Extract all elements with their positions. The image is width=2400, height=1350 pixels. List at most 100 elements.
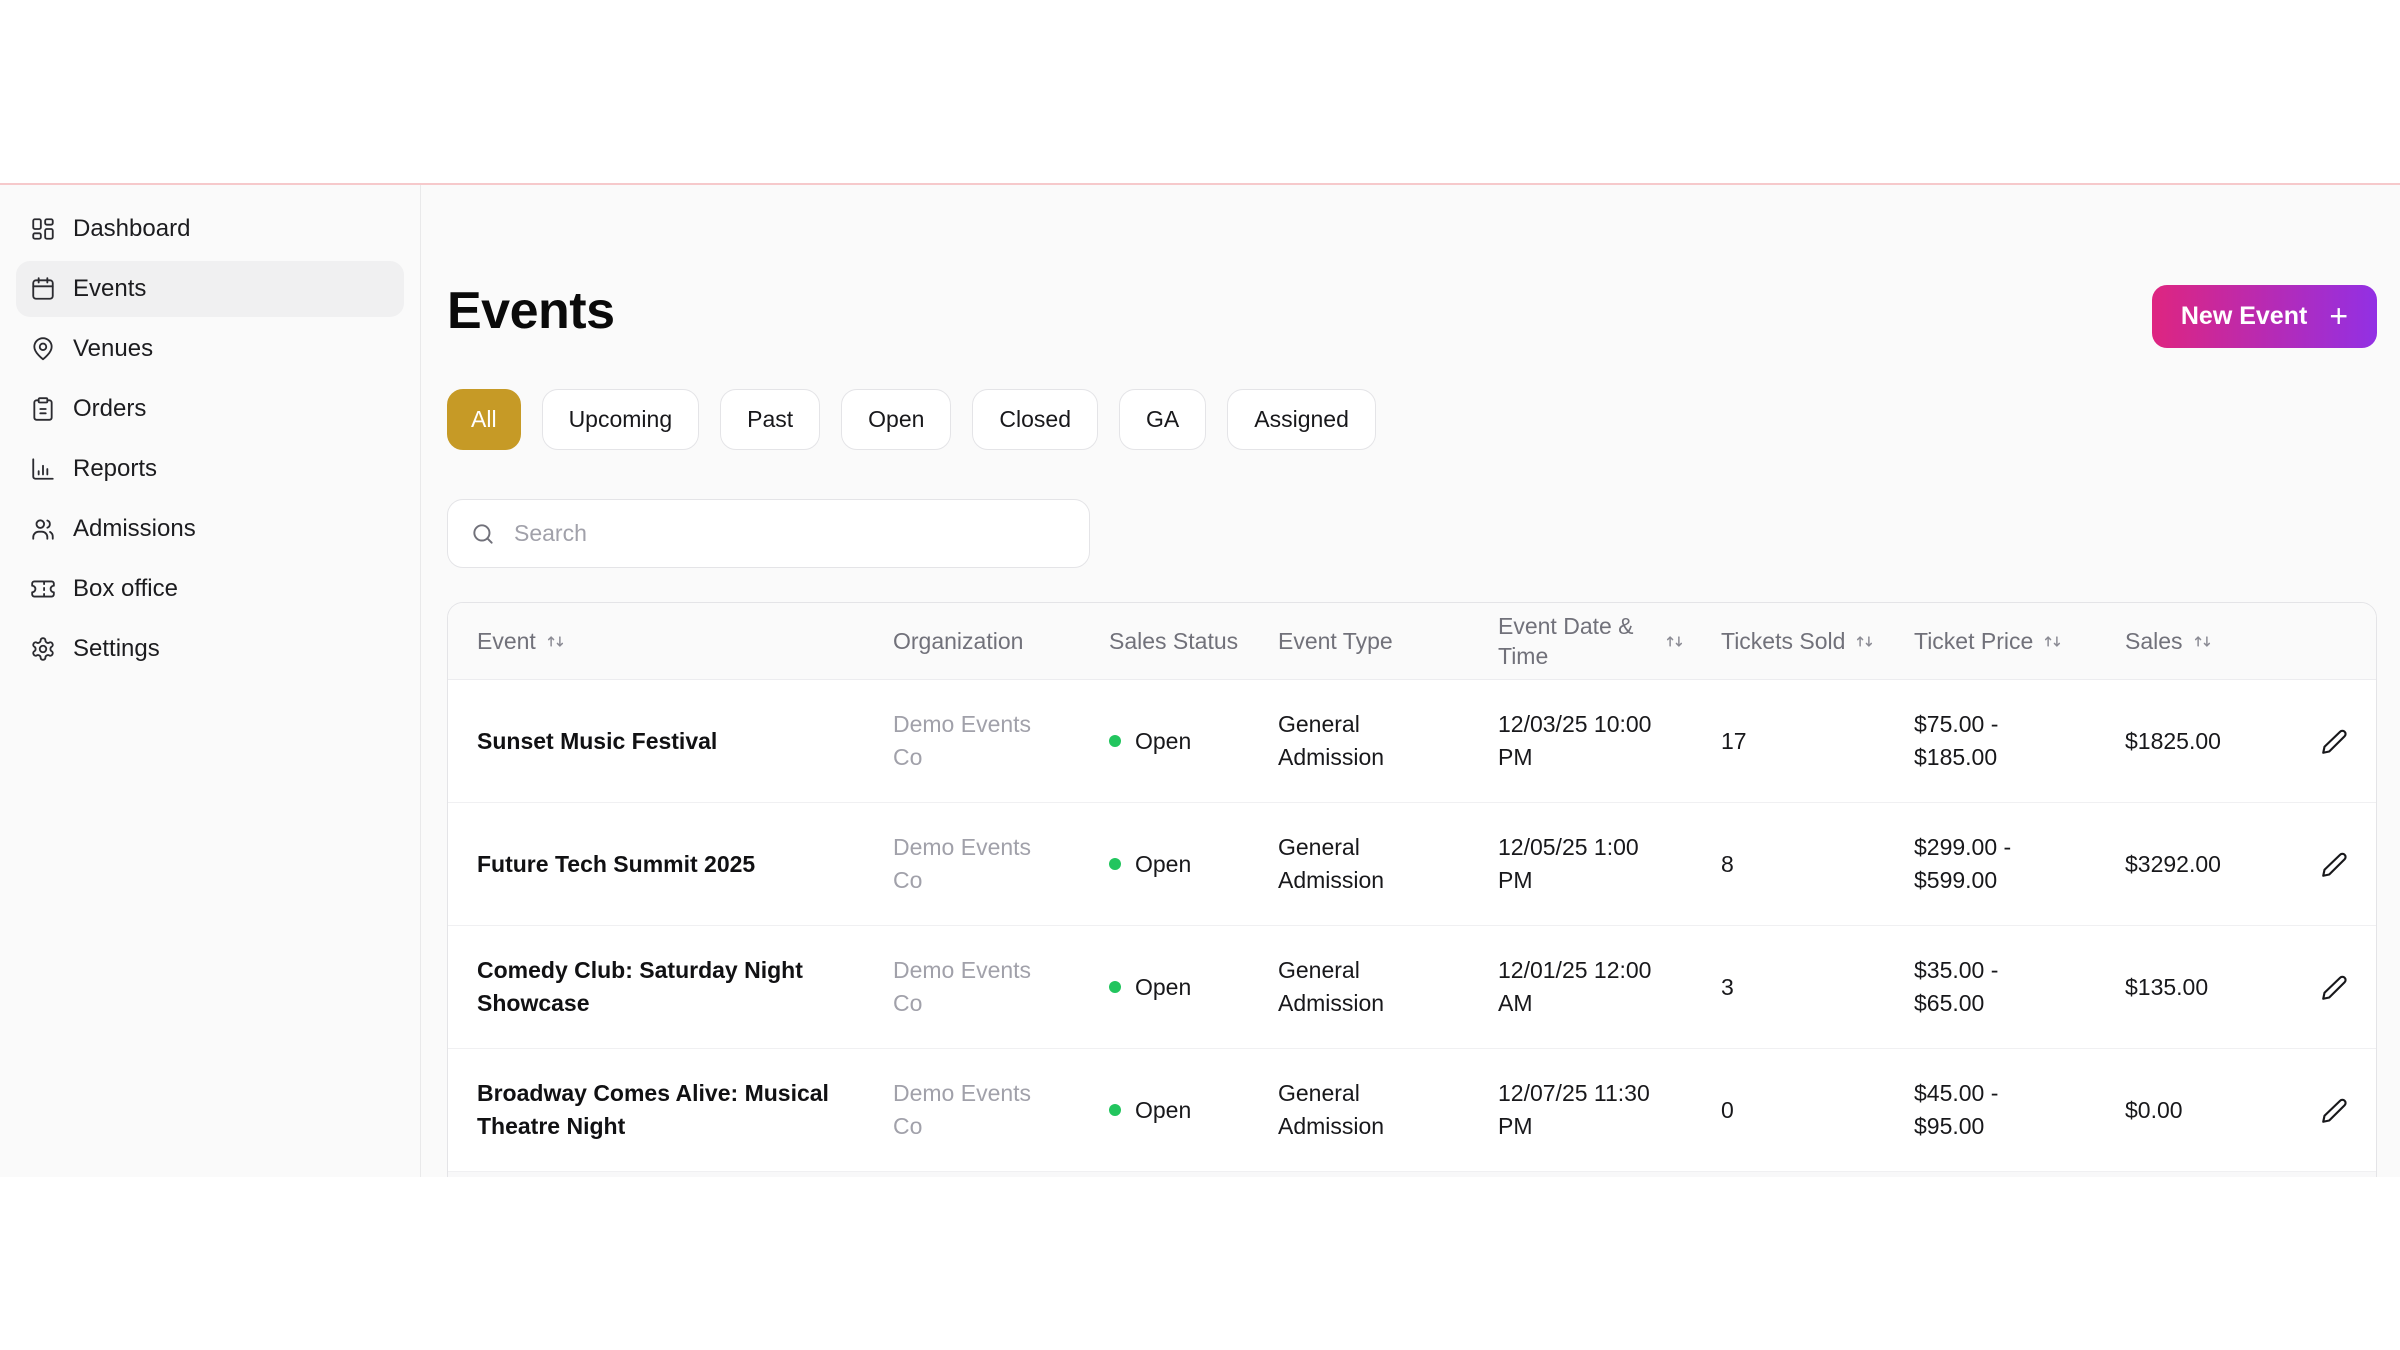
new-event-label: New Event [2180,302,2308,330]
status-dot-icon [1109,1104,1121,1116]
column-header-sales[interactable]: Sales [2125,603,2311,679]
gear-icon [32,637,54,661]
filter-chip-all[interactable]: All [447,389,521,450]
app-frame: Dashboard Events Venues Orders Reports A… [0,183,2400,1177]
sidebar: Dashboard Events Venues Orders Reports A… [0,185,421,1177]
filter-chip-assigned[interactable]: Assigned [1227,389,1376,450]
sidebar-item-label: Orders [73,395,147,422]
page-title: Events [447,282,615,340]
sales-amount: $135.00 [2125,973,2209,1000]
new-event-button[interactable]: New Event + [2151,285,2377,348]
actions-cell [2311,1049,2376,1171]
column-header-event-type: Event Type [1278,628,1393,654]
pencil-icon [2321,1098,2347,1123]
sales-amount: $0.00 [2125,1096,2183,1123]
sidebar-item-settings[interactable]: Settings [16,621,404,677]
event-datetime: 12/07/25 11:30 PM [1498,1080,1650,1139]
status-label: Open [1135,973,1192,1000]
users-icon [32,519,54,540]
edit-event-button[interactable] [2311,964,2357,1010]
sales-amount: $3292.00 [2125,850,2221,877]
sidebar-item-dashboard[interactable]: Dashboard [16,201,404,257]
tickets-sold: 17 [1721,727,1747,754]
sidebar-item-admissions[interactable]: Admissions [16,501,404,557]
column-header-actions [2311,603,2376,679]
event-type: General Admission [1278,1080,1385,1139]
organization: Demo Events Co [893,957,1032,1016]
sidebar-item-label: Reports [73,455,158,482]
sales-status: Open [1109,803,1278,925]
search-box [447,499,1090,568]
ticket-price: $299.00 - $599.00 [1914,834,2012,893]
filter-chip-upcoming[interactable]: Upcoming [541,389,700,450]
event-name: Broadway Comes Alive: Musical Theatre Ni… [477,1080,829,1139]
sidebar-item-label: Events [73,275,147,302]
sales-amount: $1825.00 [2125,727,2221,754]
sales-status: Open [1109,926,1278,1048]
event-type: General Admission [1278,834,1385,893]
sort-icon [1666,635,1683,647]
status-label: Open [1135,850,1192,877]
actions-cell [2311,680,2376,802]
table-row[interactable]: Comedy Club: Saturday Night Showcase Dem… [448,926,2376,1049]
event-name: Future Tech Summit 2025 [477,850,756,877]
sidebar-item-events[interactable]: Events [16,261,404,317]
sales-status: Open [1109,680,1278,802]
sales-status: Open [1109,1049,1278,1171]
tickets-sold: 3 [1721,973,1734,1000]
main-content: New Event + Events All Upcoming Past Ope… [421,185,2400,1177]
ticket-price: $45.00 - $95.00 [1914,1080,1999,1139]
organization: Demo Events Co [893,711,1032,770]
sidebar-item-label: Admissions [73,515,196,542]
edit-event-button[interactable] [2311,718,2357,764]
edit-event-button[interactable] [2311,1087,2357,1133]
sidebar-item-venues[interactable]: Venues [16,321,404,377]
table-footer [448,1172,2376,1177]
column-header-sales-status: Sales Status [1109,628,1239,654]
table-row[interactable]: Broadway Comes Alive: Musical Theatre Ni… [448,1049,2376,1172]
filter-chip-closed[interactable]: Closed [972,389,1099,450]
sidebar-item-label: Box office [73,575,178,602]
sort-icon [1857,635,1873,647]
events-table: Event Organization Sales Status Event Ty… [447,602,2377,1177]
event-type: General Admission [1278,957,1385,1016]
column-header-tickets-sold[interactable]: Tickets Sold [1721,603,1914,679]
status-label: Open [1135,727,1192,754]
sidebar-item-reports[interactable]: Reports [16,441,404,497]
search-icon [473,523,493,544]
event-name: Sunset Music Festival [477,727,718,754]
event-datetime: 12/05/25 1:00 PM [1498,834,1639,893]
search-input[interactable] [512,519,1067,548]
pencil-icon [2321,852,2347,877]
sidebar-item-label: Venues [73,335,154,362]
filter-chip-open[interactable]: Open [841,389,952,450]
ticket-icon [31,580,55,598]
sort-icon [547,635,563,647]
column-header-event[interactable]: Event [477,603,893,679]
sidebar-item-box-office[interactable]: Box office [16,561,404,617]
sidebar-item-orders[interactable]: Orders [16,381,404,437]
status-dot-icon [1109,981,1121,993]
status-dot-icon [1109,735,1121,747]
column-header-event-date[interactable]: Event Date & Time [1498,603,1721,679]
filter-chip-past[interactable]: Past [720,389,821,450]
table-header-row: Event Organization Sales Status Event Ty… [448,603,2376,680]
event-datetime: 12/01/25 12:00 AM [1498,957,1652,1016]
event-name: Comedy Club: Saturday Night Showcase [477,957,803,1016]
tickets-sold: 8 [1721,850,1734,877]
pencil-icon [2321,975,2347,1000]
sort-icon [2194,635,2210,647]
organization: Demo Events Co [893,834,1032,893]
filter-chip-ga[interactable]: GA [1119,389,1207,450]
bar-chart-icon [32,458,54,480]
ticket-price: $35.00 - $65.00 [1914,957,1999,1016]
edit-event-button[interactable] [2311,841,2357,887]
tickets-sold: 0 [1721,1096,1734,1123]
plus-icon: + [2329,297,2348,334]
map-pin-icon [33,337,53,361]
dashboard-icon [32,218,54,240]
table-row[interactable]: Sunset Music Festival Demo Events Co Ope… [448,680,2376,803]
sidebar-item-label: Dashboard [73,215,191,242]
table-row[interactable]: Future Tech Summit 2025 Demo Events Co O… [448,803,2376,926]
column-header-ticket-price[interactable]: Ticket Price [1914,603,2125,679]
